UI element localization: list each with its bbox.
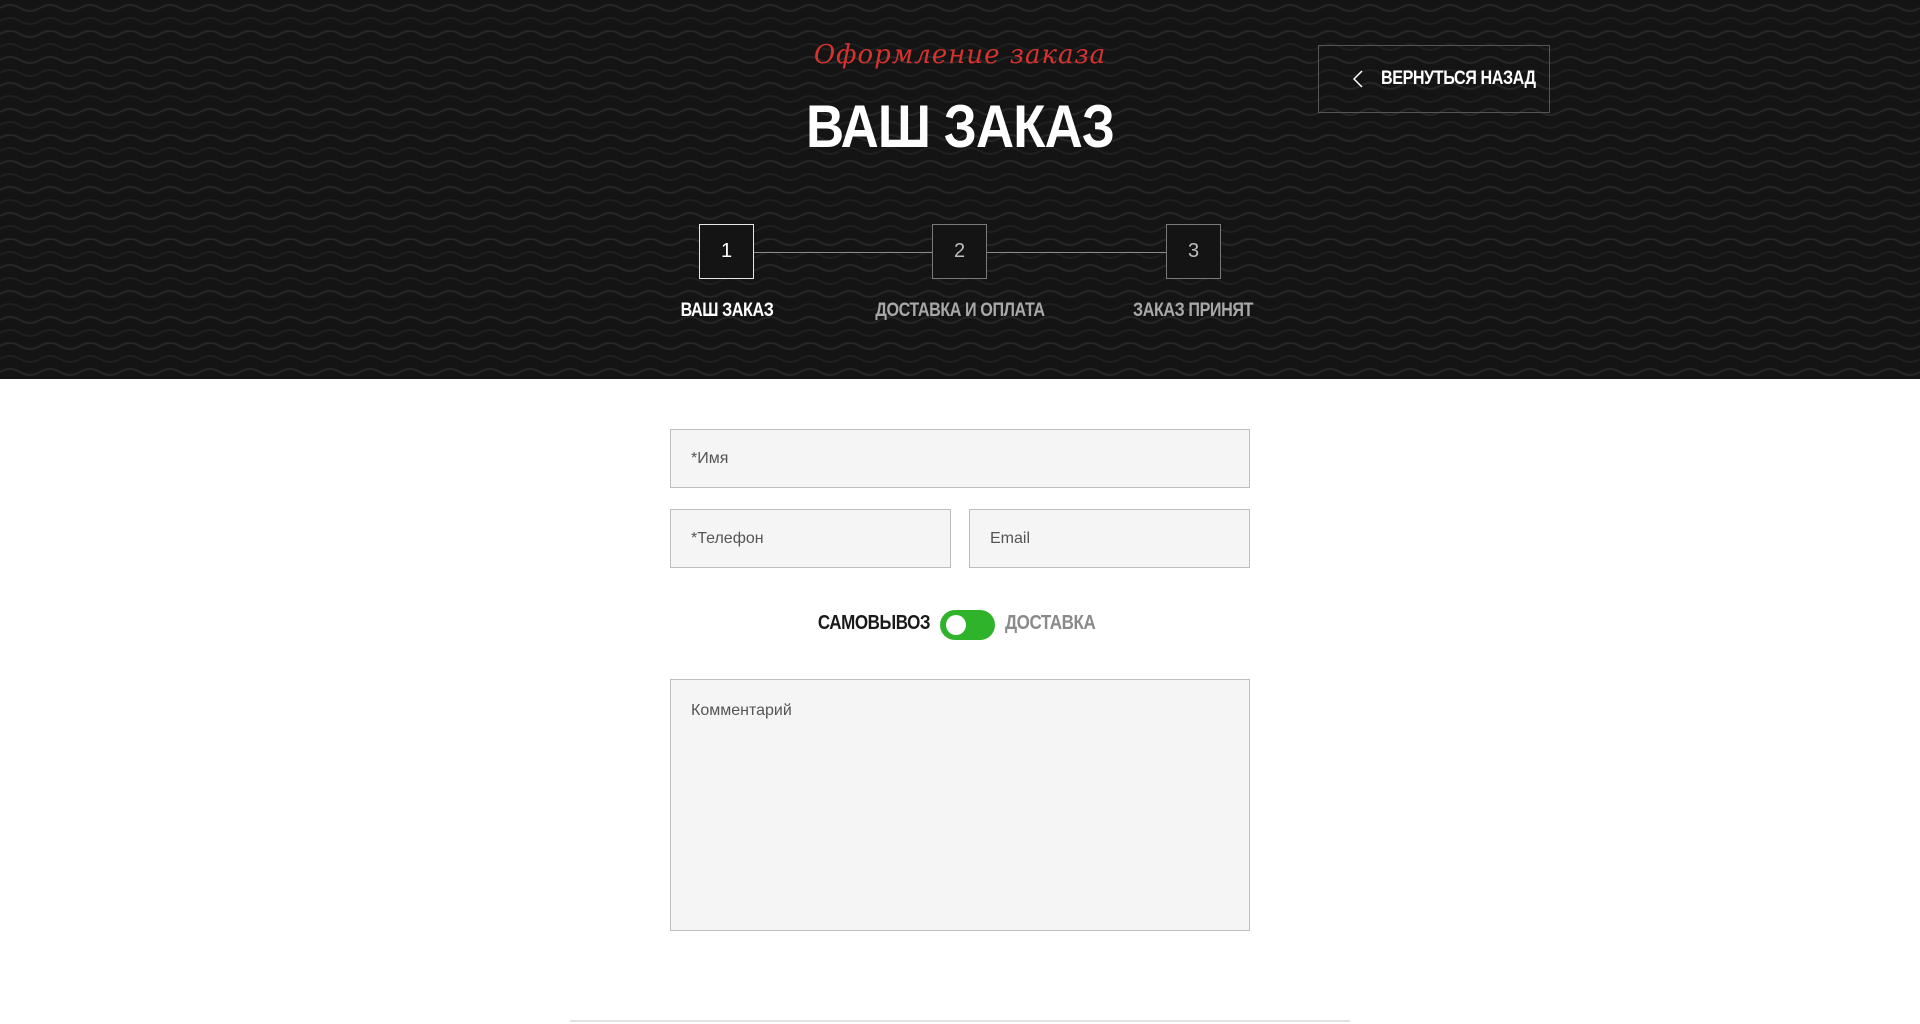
step-number: 3 (1187, 240, 1200, 262)
name-input[interactable] (670, 429, 1250, 488)
step-1-box[interactable]: 1 (699, 224, 754, 279)
step-2-label: ДОСТАВКА И ОПЛАТА (875, 300, 1045, 321)
delivery-label[interactable]: ДОСТАВКА (1005, 612, 1096, 635)
page-title: ВАШ ЗАКАЗ (805, 93, 1115, 160)
stepper-connector (987, 252, 1166, 253)
delivery-method-toggle-row: САМОВЫВОЗ ДОСТАВКА (800, 606, 1120, 642)
step-number: 2 (953, 240, 966, 262)
toggle-knob (946, 615, 966, 635)
page-header: Оформление заказа ВАШ ЗАКАЗ ВЕРНУТЬСЯ НА… (0, 0, 1920, 379)
step-3-label: ЗАКАЗ ПРИНЯТ (1133, 300, 1253, 321)
step-2-box[interactable]: 2 (932, 224, 987, 279)
back-button[interactable]: ВЕРНУТЬСЯ НАЗАД (1318, 45, 1550, 113)
chevron-left-icon (1352, 70, 1364, 88)
phone-input[interactable] (670, 509, 951, 568)
email-input[interactable] (969, 509, 1250, 568)
step-1-label: ВАШ ЗАКАЗ (680, 300, 774, 321)
delivery-method-toggle[interactable] (940, 610, 995, 640)
step-3-box[interactable]: 3 (1166, 224, 1221, 279)
section-divider (570, 1020, 1350, 1022)
step-number: 1 (720, 240, 733, 262)
stepper-connector (754, 252, 933, 253)
pickup-label[interactable]: САМОВЫВОЗ (818, 612, 931, 635)
back-button-label: ВЕРНУТЬСЯ НАЗАД (1381, 68, 1536, 89)
page-subtitle: Оформление заказа (813, 40, 1107, 70)
comment-textarea[interactable] (670, 679, 1250, 931)
